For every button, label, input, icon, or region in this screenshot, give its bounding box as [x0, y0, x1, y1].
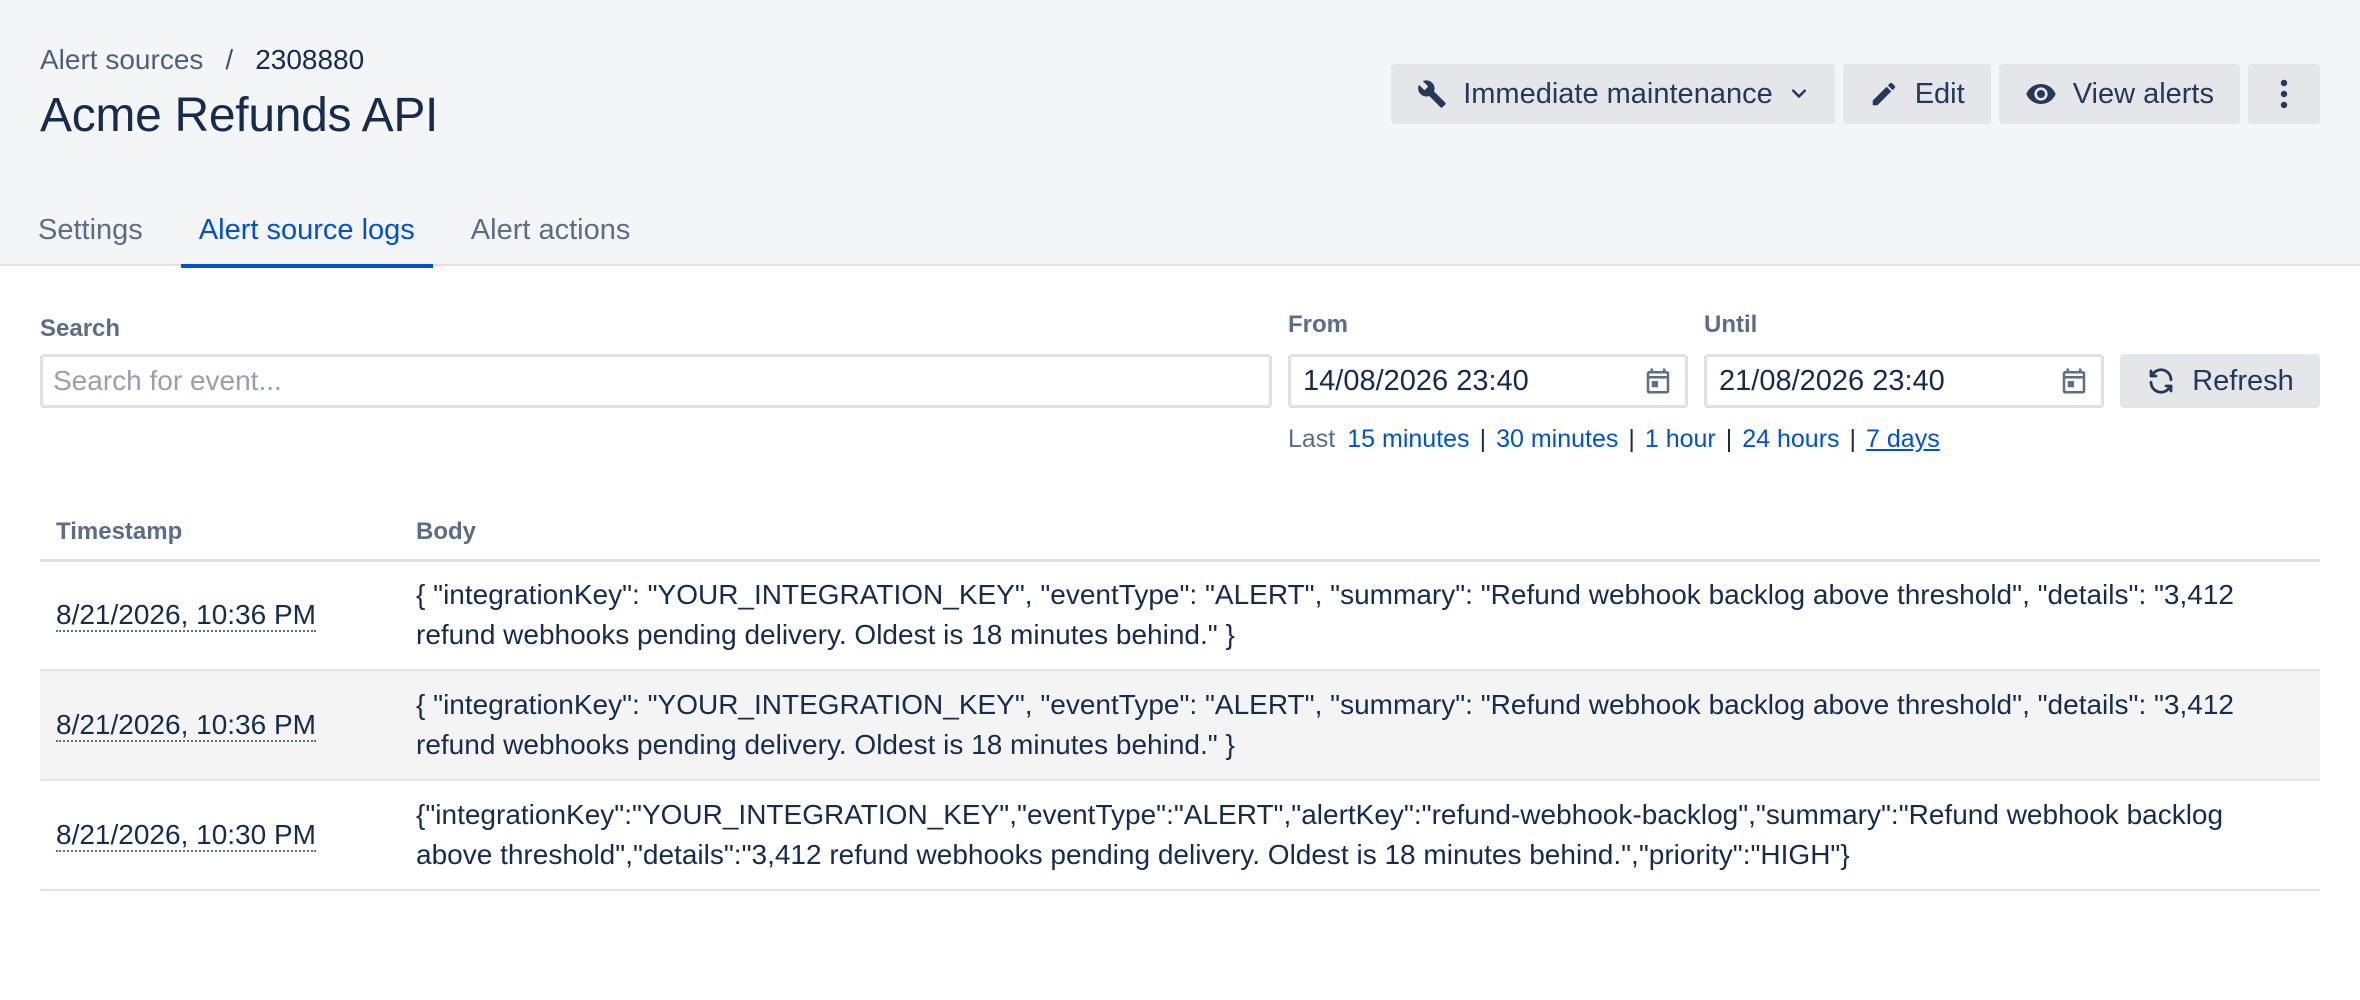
until-date-input[interactable]: 21/08/2026 23:40 — [1704, 354, 2104, 408]
calendar-icon[interactable] — [2059, 366, 2089, 396]
body-cell: { "integrationKey": "YOUR_INTEGRATION_KE… — [400, 560, 2320, 671]
tab-alert-source-logs[interactable]: Alert source logs — [180, 200, 433, 268]
refresh-icon — [2149, 368, 2173, 394]
timestamp-cell: 8/21/2026, 10:36 PM — [40, 560, 400, 671]
timestamp-value[interactable]: 8/21/2026, 10:36 PM — [56, 599, 316, 633]
more-actions-button[interactable] — [2248, 64, 2320, 124]
eye-icon — [2026, 84, 2056, 104]
timestamp-cell: 8/21/2026, 10:36 PM — [40, 670, 400, 781]
immediate-maintenance-label: Immediate maintenance — [1463, 77, 1773, 110]
quick-range-selector: Last 15 minutes | 30 minutes | 1 hour | … — [1288, 425, 1940, 454]
column-header-body: Body — [400, 510, 2320, 562]
column-header-timestamp[interactable]: Timestamp — [40, 510, 400, 562]
calendar-icon[interactable] — [1643, 366, 1673, 396]
chevron-down-icon — [1791, 89, 1806, 98]
page-title: Acme Refunds API — [40, 89, 439, 142]
quick-range-divider: | — [1849, 425, 1857, 453]
from-date-value: 14/08/2026 23:40 — [1303, 364, 1529, 397]
breadcrumb-alert-sources-link[interactable]: Alert sources — [40, 44, 203, 76]
edit-label: Edit — [1914, 77, 1965, 110]
breadcrumb-current: 2308880 — [255, 44, 365, 75]
breadcrumb-separator: / — [225, 44, 234, 75]
quick-range-30-minutes[interactable]: 30 minutes — [1496, 425, 1618, 454]
edit-button[interactable]: Edit — [1842, 64, 1991, 124]
table-row: 8/21/2026, 10:36 PM { "integrationKey": … — [40, 670, 2320, 781]
quick-range-divider: | — [1725, 425, 1733, 453]
timestamp-cell: 8/21/2026, 10:30 PM — [40, 780, 400, 891]
immediate-maintenance-button[interactable]: Immediate maintenance — [1391, 64, 1835, 124]
header-actions: Immediate maintenance Edit View alerts — [1391, 64, 2320, 124]
until-label: Until — [1704, 311, 1758, 338]
body-cell: {"integrationKey":"YOUR_INTEGRATION_KEY"… — [400, 780, 2320, 891]
wrench-icon — [1418, 80, 1446, 108]
table-row: 8/21/2026, 10:30 PM {"integrationKey":"Y… — [40, 780, 2320, 891]
refresh-button[interactable]: Refresh — [2120, 354, 2320, 408]
view-alerts-button[interactable]: View alerts — [1998, 64, 2240, 124]
tab-settings[interactable]: Settings — [20, 200, 161, 266]
table-row: 8/21/2026, 10:36 PM { "integrationKey": … — [40, 560, 2320, 671]
tab-alert-actions[interactable]: Alert actions — [453, 200, 649, 266]
search-label: Search — [40, 315, 121, 342]
alert-source-logs-table: Timestamp Body 8/21/2026, 10:36 PM { "in… — [40, 510, 2320, 891]
page-header: Alert sources / 2308880 Acme Refunds API… — [0, 0, 2360, 268]
timestamp-value[interactable]: 8/21/2026, 10:30 PM — [56, 819, 316, 852]
quick-range-1-hour[interactable]: 1 hour — [1645, 425, 1716, 454]
pencil-icon — [1872, 82, 1895, 106]
quick-range-divider: | — [1628, 425, 1635, 453]
quick-range-7-days[interactable]: 7 days — [1866, 425, 1940, 454]
refresh-label: Refresh — [2192, 364, 2294, 397]
quick-range-15-minutes[interactable]: 15 minutes — [1347, 425, 1469, 454]
quick-range-divider: | — [1479, 425, 1487, 453]
table-header-row: Timestamp Body — [40, 510, 2320, 562]
quick-range-24-hours[interactable]: 24 hours — [1742, 425, 1839, 454]
search-input[interactable] — [40, 354, 1272, 408]
breadcrumb: Alert sources / 2308880 — [40, 44, 364, 76]
body-cell: { "integrationKey": "YOUR_INTEGRATION_KE… — [400, 670, 2320, 781]
tab-bar: Settings Alert source logs Alert actions — [0, 200, 649, 268]
quick-range-prefix: Last — [1288, 425, 1336, 453]
from-date-input[interactable]: 14/08/2026 23:40 — [1288, 354, 1688, 408]
kebab-menu-icon — [2280, 79, 2288, 109]
view-alerts-label: View alerts — [2072, 77, 2214, 110]
until-date-value: 21/08/2026 23:40 — [1719, 364, 1945, 397]
timestamp-value[interactable]: 8/21/2026, 10:36 PM — [56, 709, 316, 742]
from-label: From — [1288, 311, 1348, 338]
